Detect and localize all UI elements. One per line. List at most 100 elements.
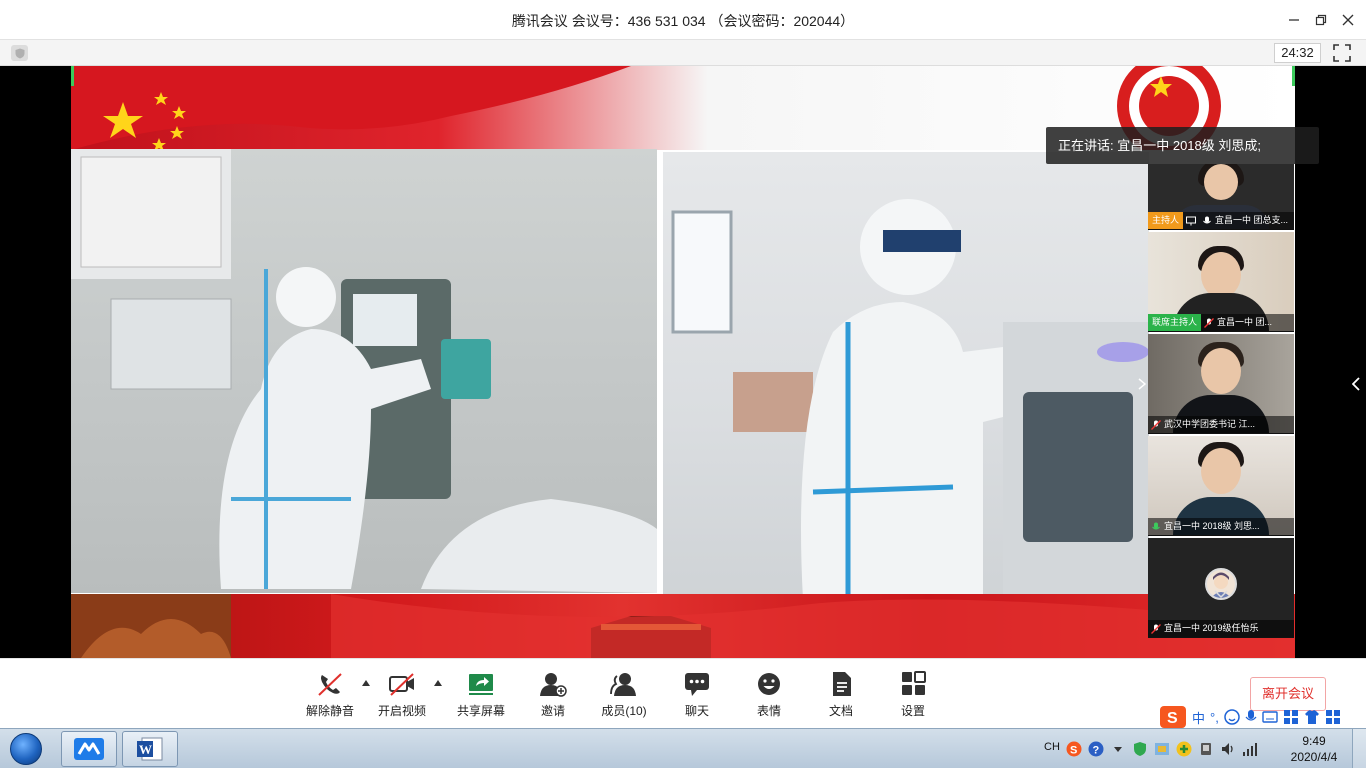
participant-tile[interactable]: 宜昌一中 2019级任怡乐 <box>1148 538 1294 638</box>
system-clock[interactable]: 9:49 2020/4/4 <box>1282 733 1346 765</box>
slide-edge-marker-left <box>71 66 74 86</box>
participant-tile[interactable]: 主持人 宜昌一中 团总支... <box>1148 164 1294 230</box>
fullscreen-icon[interactable] <box>1333 44 1351 62</box>
ime-toolbar: S 中 °, <box>1160 705 1366 729</box>
volume-icon[interactable] <box>1220 741 1236 757</box>
svg-text:W: W <box>139 742 152 757</box>
mic-muted-icon <box>1151 419 1161 430</box>
more-grid-icon[interactable] <box>1325 709 1341 725</box>
document-button[interactable]: 文档 <box>811 671 871 723</box>
participant-tile[interactable]: 武汉中学团委书记 江... <box>1148 334 1294 434</box>
participant-name: 武汉中学团委书记 江... <box>1164 419 1256 429</box>
start-button[interactable] <box>4 731 48 767</box>
network-adapter-icon[interactable] <box>1154 741 1170 757</box>
mic-muted-icon <box>1204 317 1214 328</box>
participant-name: 宜昌一中 团... <box>1217 317 1273 327</box>
clock-time: 9:49 <box>1302 734 1326 748</box>
icu-photo-left <box>71 149 657 593</box>
input-language-indicator[interactable]: CH <box>1044 741 1060 753</box>
toolbox-icon[interactable] <box>1283 709 1299 725</box>
participant-label: 主持人 宜昌一中 团总支... <box>1148 212 1294 229</box>
restore-icon <box>1315 14 1327 26</box>
emoji-button[interactable]: 表情 <box>739 671 799 723</box>
sogou-tray-icon[interactable]: S <box>1066 741 1082 757</box>
ribbon-decoration <box>71 594 1295 658</box>
screen-share-icon <box>1186 216 1197 225</box>
participant-tile[interactable]: 宜昌一中 2018级 刘思... <box>1148 436 1294 536</box>
taskbar-tencent-meeting[interactable] <box>61 731 117 767</box>
chevron-left-icon <box>1352 377 1360 391</box>
share-screen-button[interactable]: 共享屏幕 <box>451 671 511 723</box>
cohost-badge: 联席主持人 <box>1148 314 1202 331</box>
members-icon <box>610 673 636 696</box>
taskbar-word[interactable]: W <box>122 731 178 767</box>
word-icon: W <box>137 737 163 761</box>
settings-button[interactable]: 设置 <box>883 671 943 723</box>
add-user-icon <box>540 673 567 697</box>
mic-muted-icon <box>1151 623 1161 634</box>
sogou-logo-icon[interactable]: S <box>1160 706 1186 728</box>
members-button[interactable]: 成员(10) <box>594 671 654 723</box>
device-tray-icon[interactable] <box>1198 741 1214 757</box>
red-ribbon-banner <box>71 594 1295 658</box>
svg-text:S: S <box>1167 710 1178 727</box>
participant-label: 宜昌一中 2019级任怡乐 <box>1148 620 1294 637</box>
windows-taskbar: W CH S ? 9:49 2020/4/4 <box>0 728 1366 768</box>
window-title: 腾讯会议 会议号：436 531 034 （会议密码：202044） <box>511 13 855 29</box>
ime-punctuation[interactable]: °, <box>1210 710 1219 725</box>
document-icon <box>833 672 851 696</box>
settings-grid-icon <box>902 671 926 695</box>
chat-button[interactable]: 聊天 <box>667 671 727 723</box>
icu-photo-right <box>663 152 1149 600</box>
invite-button[interactable]: 邀请 <box>523 671 583 723</box>
keyboard-icon[interactable] <box>1262 710 1278 724</box>
participant-label: 联席主持人 宜昌一中 团... <box>1148 314 1294 331</box>
chat-icon <box>685 673 709 696</box>
start-video-button[interactable]: 开启视频 <box>372 671 432 723</box>
close-icon <box>1342 14 1354 26</box>
network-signal-icon[interactable] <box>1242 741 1258 757</box>
audio-options-caret-icon[interactable] <box>361 679 371 687</box>
slide-edge-marker-right <box>1292 66 1295 86</box>
participant-name: 宜昌一中 团总支... <box>1215 215 1289 225</box>
minimize-button[interactable] <box>1282 8 1306 32</box>
show-desktop-button[interactable] <box>1352 729 1366 768</box>
help-icon[interactable]: ? <box>1088 741 1104 757</box>
title-bar: 腾讯会议 会议号：436 531 034 （会议密码：202044） <box>0 0 1366 40</box>
participant-name: 宜昌一中 2018级 刘思... <box>1164 521 1260 531</box>
mic-icon <box>1203 216 1211 223</box>
participant-name: 宜昌一中 2019级任怡乐 <box>1164 623 1259 633</box>
security-tray-icon[interactable] <box>1132 741 1148 757</box>
chevron-right-icon <box>1138 378 1146 390</box>
security-shield-icon[interactable] <box>11 45 28 61</box>
emoji-icon <box>758 673 780 695</box>
skin-shirt-icon[interactable] <box>1304 709 1320 725</box>
close-button[interactable] <box>1336 8 1360 32</box>
mic-active-icon <box>1152 522 1160 529</box>
scroll-down-icon[interactable] <box>1214 590 1228 598</box>
emoji-ime-icon[interactable] <box>1224 709 1240 725</box>
unmute-button[interactable]: 解除静音 <box>300 671 360 723</box>
antivirus-tray-icon[interactable] <box>1176 741 1192 757</box>
collapse-panel-button[interactable] <box>1136 374 1148 394</box>
expand-panel-button[interactable] <box>1350 374 1362 394</box>
minimize-icon <box>1289 19 1299 21</box>
svg-text:S: S <box>1070 745 1077 757</box>
ime-language[interactable]: 中 <box>1192 708 1205 727</box>
meeting-info-bar: 24:32 <box>0 40 1366 66</box>
video-off-icon <box>389 673 414 696</box>
app-window: 腾讯会议 会议号：436 531 034 （会议密码：202044） 24:32 <box>0 0 1366 768</box>
share-screen-icon <box>469 674 493 695</box>
speaking-indicator: 正在讲话: 宜昌一中 2018级 刘思成; <box>1046 127 1319 164</box>
system-tray: S ? <box>1066 729 1264 768</box>
windows-logo-icon <box>10 733 42 765</box>
participant-label: 武汉中学团委书记 江... <box>1148 416 1294 433</box>
svg-text:?: ? <box>1093 745 1100 757</box>
shared-screen-area: 正在讲话: 宜昌一中 2018级 刘思成; 主持人 宜昌一中 团总支... 联席… <box>0 66 1366 658</box>
host-badge: 主持人 <box>1148 212 1184 229</box>
tray-expand-icon[interactable] <box>1110 741 1126 757</box>
participant-tile[interactable]: 联席主持人 宜昌一中 团... <box>1148 232 1294 332</box>
voice-input-icon[interactable] <box>1245 709 1257 725</box>
restore-button[interactable] <box>1309 8 1333 32</box>
video-options-caret-icon[interactable] <box>433 679 443 687</box>
